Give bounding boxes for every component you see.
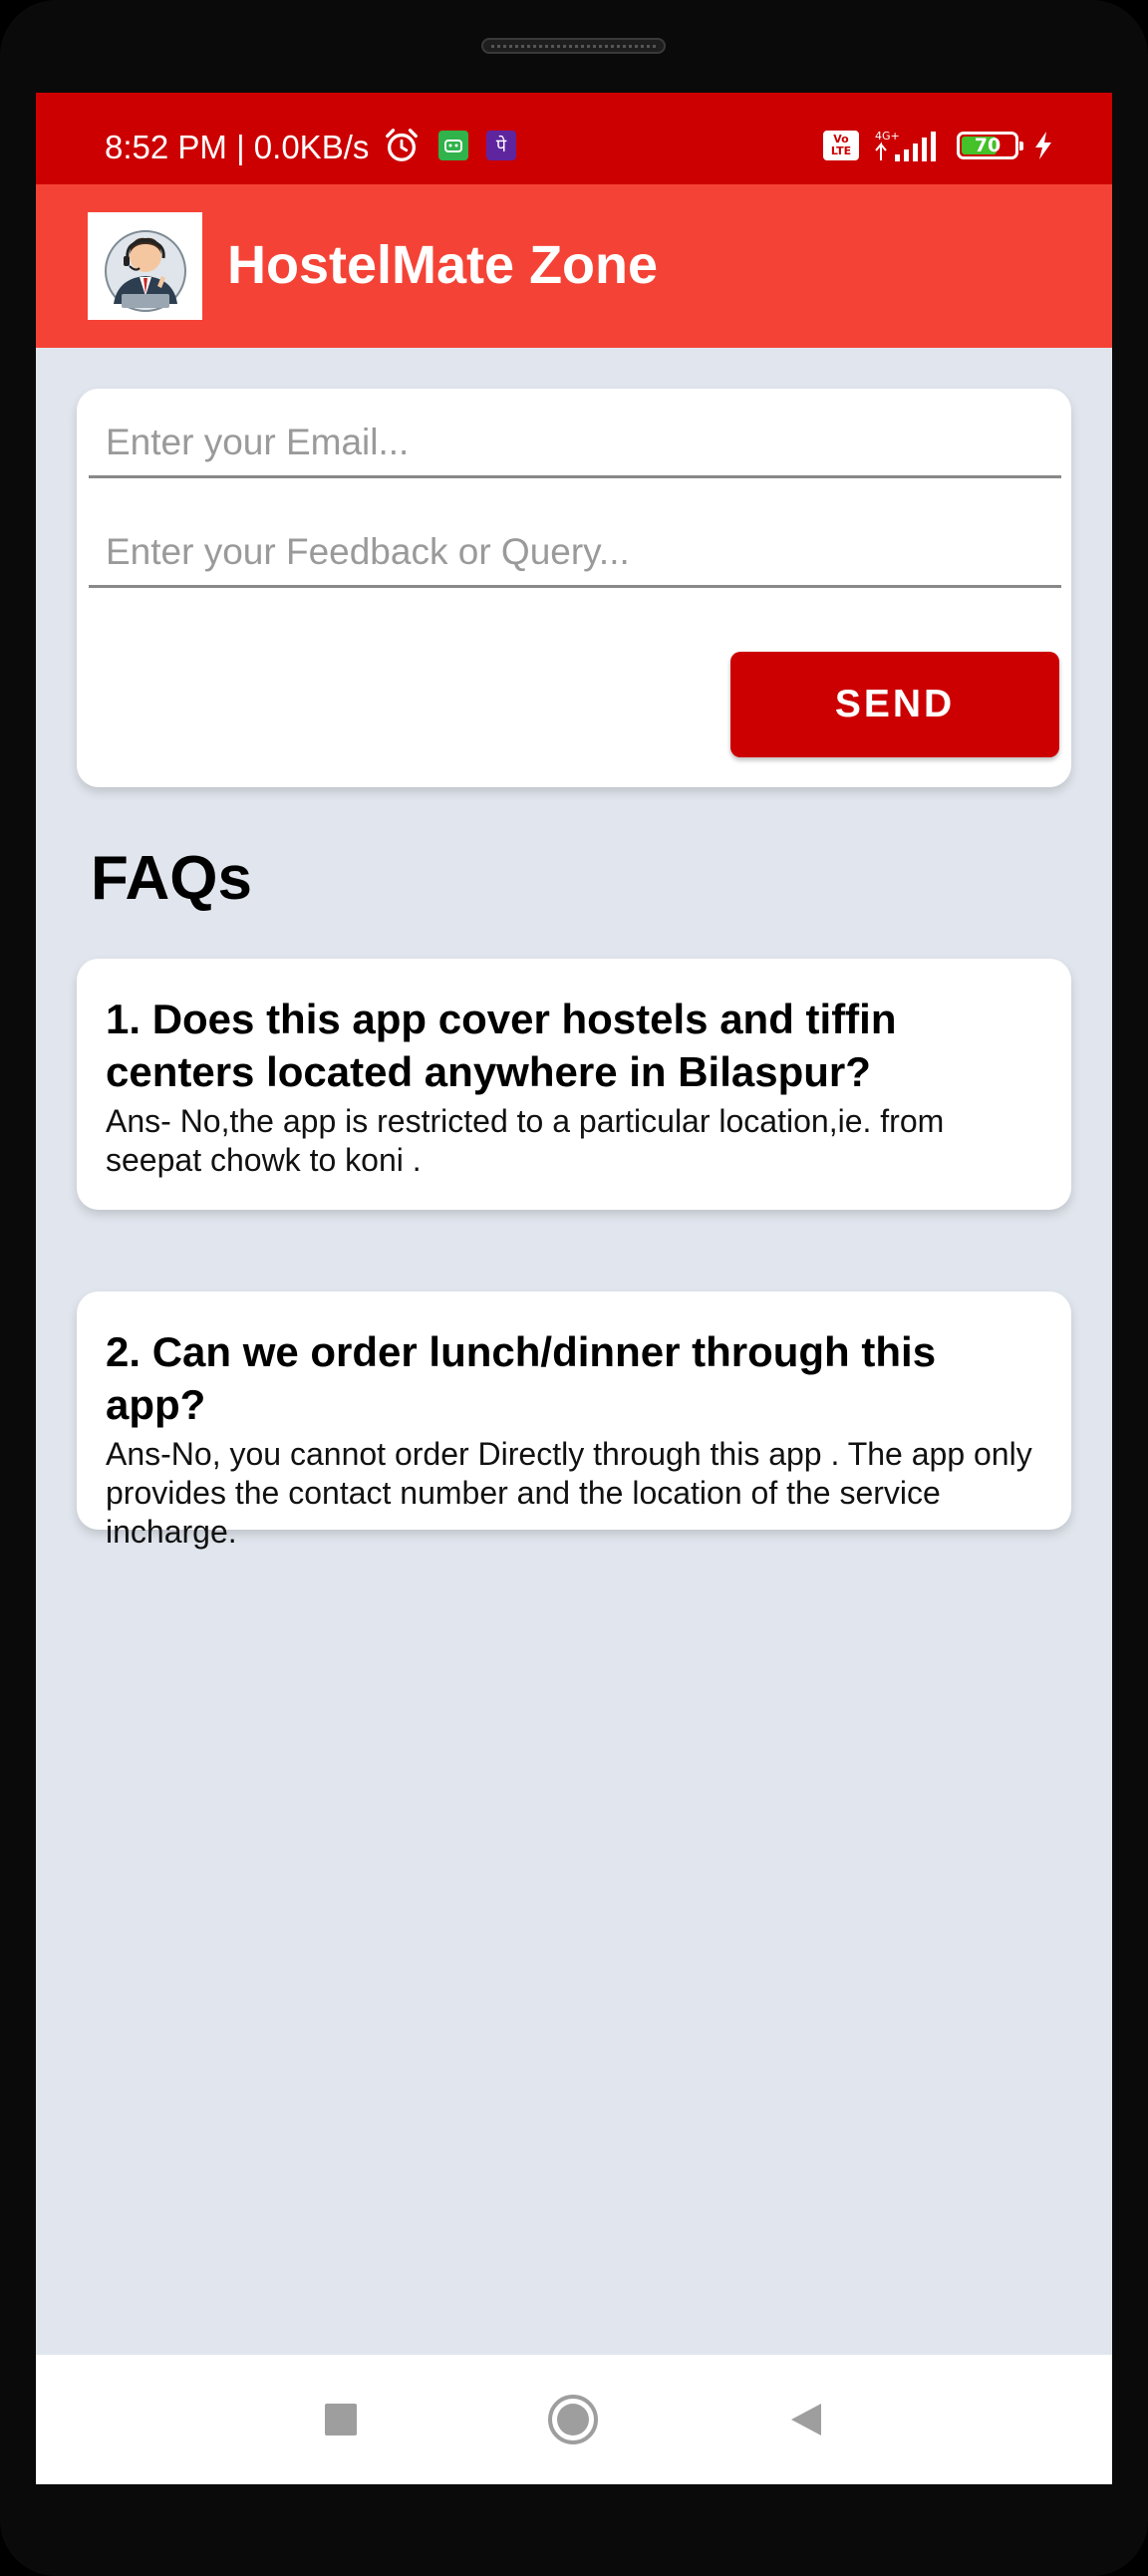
battery-level: 70 — [974, 135, 1002, 156]
signal-icon: 4G+ — [875, 130, 936, 161]
home-button[interactable] — [545, 2392, 601, 2447]
home-icon — [548, 2395, 598, 2444]
send-button[interactable]: SEND — [730, 652, 1059, 757]
app-title: HostelMate Zone — [227, 235, 659, 295]
feedback-field[interactable] — [89, 518, 1061, 588]
app-badge-green-icon — [438, 131, 468, 160]
network-type-label: 4G+ — [875, 130, 900, 143]
status-bar: 8:52 PM | 0.0KB/s पे Vo LTE 4G+ 70 — [36, 93, 1112, 184]
battery-icon: 70 — [957, 132, 1023, 159]
faq-answer: Ans- No,the app is restricted to a parti… — [106, 1103, 945, 1178]
faq-heading: FAQs — [91, 844, 252, 913]
phonepe-icon: पे — [486, 131, 516, 160]
phone-frame: 8:52 PM | 0.0KB/s पे Vo LTE 4G+ 70 Hoste… — [0, 0, 1148, 2576]
app-bar: HostelMate Zone — [36, 184, 1112, 348]
recent-apps-icon — [325, 2404, 357, 2435]
volte-icon: Vo LTE — [823, 131, 859, 160]
back-button[interactable] — [782, 2395, 832, 2444]
person-at-laptop-icon — [104, 230, 186, 312]
system-nav-bar — [36, 2355, 1112, 2484]
status-icons-right: Vo LTE 4G+ 70 — [823, 129, 1054, 162]
status-time: 8:52 PM | 0.0KB/s — [105, 129, 370, 165]
faq-question: 2. Can we order lunch/dinner through thi… — [106, 1328, 937, 1428]
faq-card: 2. Can we order lunch/dinner through thi… — [77, 1291, 1071, 1550]
status-icons-left: पे — [383, 127, 516, 164]
feedback-form-card: SEND — [77, 389, 1071, 787]
alarm-icon — [386, 129, 418, 161]
recent-apps-button[interactable] — [316, 2395, 366, 2444]
battery-tip — [1019, 142, 1023, 150]
faq-answer: Ans-No, you cannot order Directly throug… — [106, 1436, 1032, 1550]
faq-question: 1. Does this app cover hostels and tiffi… — [106, 996, 897, 1095]
faq-card: 1. Does this app cover hostels and tiffi… — [77, 959, 1071, 1210]
screen: 8:52 PM | 0.0KB/s पे Vo LTE 4G+ 70 Hoste… — [36, 93, 1112, 2484]
app-logo — [88, 212, 202, 320]
charging-bolt-icon — [1035, 132, 1051, 159]
earpiece-speaker — [481, 38, 666, 54]
back-icon — [791, 2404, 821, 2435]
email-field[interactable] — [89, 409, 1061, 478]
